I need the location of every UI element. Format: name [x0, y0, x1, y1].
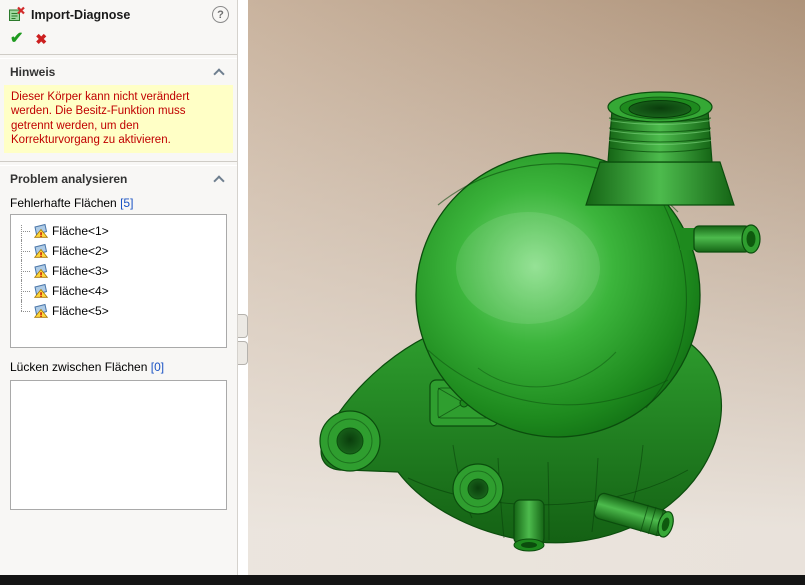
- tree-item-flaeche-2[interactable]: Fläche<2>: [17, 241, 222, 261]
- face-item-label: Fläche<3>: [52, 264, 109, 278]
- tree-item-flaeche-4[interactable]: Fläche<4>: [17, 281, 222, 301]
- ok-button[interactable]: ✔: [10, 31, 23, 47]
- faulty-faces-listbox[interactable]: Fläche<1> Fläche<2> Fläche<3>: [10, 214, 227, 348]
- analyze-header-label: Problem analysieren: [10, 172, 215, 186]
- import-diagnose-icon: [8, 6, 25, 23]
- panel-action-row: ✔ ✖: [0, 27, 237, 54]
- model-side-connector: [680, 225, 760, 253]
- chevron-up-icon[interactable]: [213, 175, 224, 186]
- application-window: Import-Diagnose ? ✔ ✖ Hinweis Dieser Kör…: [0, 0, 805, 585]
- face-item-label: Fläche<4>: [52, 284, 109, 298]
- graphics-viewport[interactable]: [248, 0, 805, 575]
- faulty-faces-count: [5]: [120, 196, 133, 210]
- faulty-faces-text: Fehlerhafte Flächen: [10, 196, 117, 210]
- section-analyze-header[interactable]: Problem analysieren: [0, 166, 237, 190]
- gaps-text: Lücken zwischen Flächen: [10, 360, 147, 374]
- warning-message-box: Dieser Körper kann nicht verändert werde…: [4, 85, 233, 153]
- face-item-label: Fläche<1>: [52, 224, 109, 238]
- panel-splitter-tab[interactable]: [238, 341, 248, 365]
- cad-model-3d-view[interactable]: [248, 0, 805, 575]
- face-warning-icon: [33, 243, 48, 258]
- face-warning-icon: [33, 283, 48, 298]
- taskbar[interactable]: [0, 575, 805, 585]
- gaps-count: [0]: [151, 360, 164, 374]
- section-hinweis-header[interactable]: Hinweis: [0, 59, 237, 83]
- panel-gutter: [238, 0, 248, 575]
- model-bottom-stub: [514, 500, 544, 551]
- cancel-button[interactable]: ✖: [35, 31, 47, 47]
- import-diagnostics-panel: Import-Diagnose ? ✔ ✖ Hinweis Dieser Kör…: [0, 0, 238, 575]
- gaps-label: Lücken zwischen Flächen [0]: [0, 348, 237, 378]
- model-filler-neck: [586, 92, 734, 205]
- panel-splitter-tab[interactable]: [238, 314, 248, 338]
- hinweis-header-label: Hinweis: [10, 65, 215, 79]
- help-icon[interactable]: ?: [212, 6, 229, 23]
- tree-item-flaeche-1[interactable]: Fläche<1>: [17, 221, 222, 241]
- panel-title: Import-Diagnose: [31, 8, 206, 22]
- face-item-label: Fläche<5>: [52, 304, 109, 318]
- faulty-faces-label: Fehlerhafte Flächen [5]: [0, 190, 237, 214]
- face-warning-icon: [33, 223, 48, 238]
- tree-item-flaeche-3[interactable]: Fläche<3>: [17, 261, 222, 281]
- face-item-label: Fläche<2>: [52, 244, 109, 258]
- gaps-listbox[interactable]: [10, 380, 227, 510]
- chevron-up-icon[interactable]: [213, 68, 224, 79]
- tree-item-flaeche-5[interactable]: Fläche<5>: [17, 301, 222, 321]
- face-warning-icon: [33, 303, 48, 318]
- panel-title-row: Import-Diagnose ?: [0, 0, 237, 27]
- face-warning-icon: [33, 263, 48, 278]
